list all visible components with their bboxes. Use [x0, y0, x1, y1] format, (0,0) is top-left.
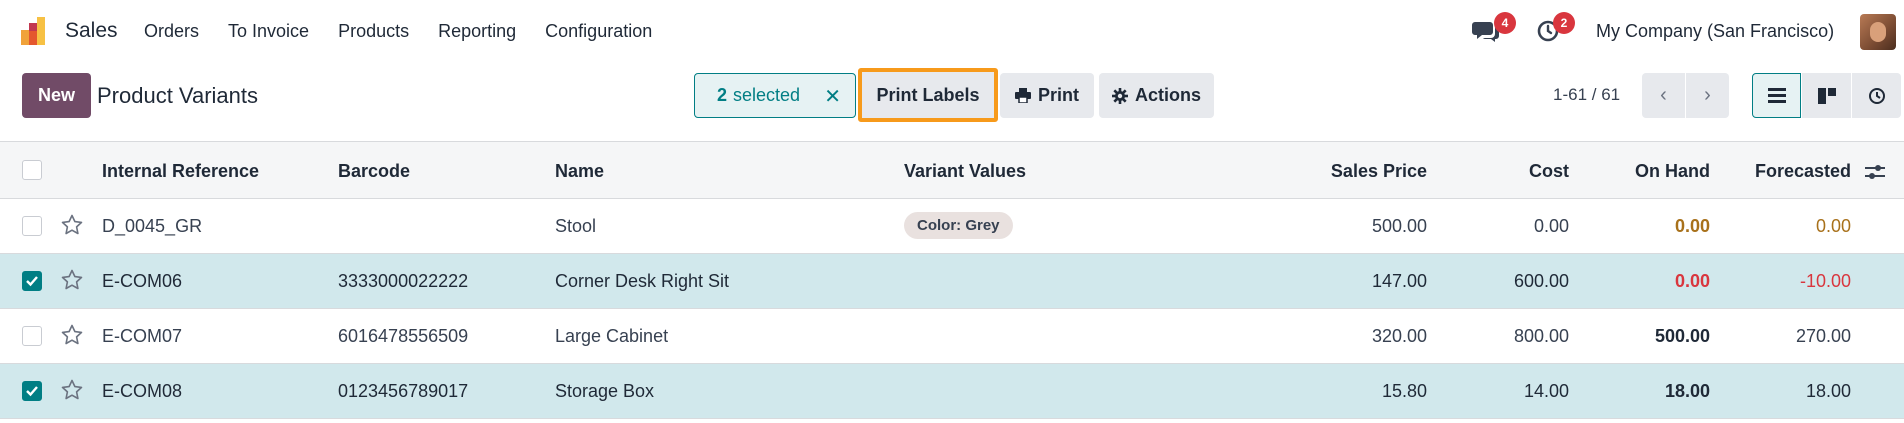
col-variant-values[interactable]: Variant Values: [904, 161, 1026, 182]
table-row[interactable]: E-COM07 6016478556509 Large Cabinet 320.…: [0, 309, 1904, 364]
kanban-icon: [1817, 87, 1836, 104]
checkmark-icon: [26, 276, 38, 287]
print-label: Print: [1037, 85, 1079, 105]
clock-icon: [1868, 87, 1885, 104]
sales-app-icon[interactable]: [20, 16, 50, 46]
gear-icon: [1111, 87, 1128, 104]
actions-button[interactable]: Actions: [1099, 73, 1214, 118]
table-header: Internal Reference Barcode Name Variant …: [0, 141, 1904, 199]
table-row[interactable]: E-COM08 0123456789017 Storage Box 15.80 …: [0, 364, 1904, 419]
menu-products[interactable]: Products: [338, 21, 409, 42]
selection-chip: 2 selected ✕: [694, 73, 856, 118]
chevron-left-icon: ‹: [1660, 84, 1667, 106]
col-forecasted[interactable]: Forecasted: [1755, 161, 1851, 182]
pager-previous-button[interactable]: ‹: [1642, 73, 1685, 118]
top-navbar: Sales Orders To Invoice Products Reporti…: [0, 0, 1904, 62]
user-avatar[interactable]: [1860, 14, 1896, 50]
print-labels-button[interactable]: Print Labels: [858, 68, 998, 122]
favorite-star-icon[interactable]: [60, 213, 84, 237]
col-barcode[interactable]: Barcode: [338, 161, 410, 182]
cell-on-hand: 18.00: [1664, 381, 1710, 401]
cell-internal-reference: E-COM06: [102, 271, 183, 291]
new-button[interactable]: New: [22, 73, 91, 118]
pager-next-button[interactable]: ›: [1686, 73, 1729, 118]
cell-forecasted: 18.00: [1805, 381, 1851, 401]
activity-view-button[interactable]: [1852, 73, 1901, 118]
cell-cost: 800.00: [1513, 326, 1569, 346]
variant-tag: Color: Grey: [904, 212, 1013, 239]
cell-internal-reference: D_0045_GR: [102, 216, 203, 236]
column-settings-icon[interactable]: [1864, 162, 1886, 182]
select-all-checkbox[interactable]: [22, 160, 42, 180]
cell-barcode: 0123456789017: [338, 381, 469, 401]
cell-sales-price: 15.80: [1381, 381, 1427, 401]
row-checkbox[interactable]: [22, 216, 42, 236]
page-title: Product Variants: [97, 83, 259, 108]
favorite-star-icon[interactable]: [60, 323, 84, 347]
cell-name: Stool: [555, 216, 597, 236]
print-button[interactable]: Print: [1000, 73, 1094, 118]
table-row[interactable]: E-COM06 3333000022222 Corner Desk Right …: [0, 254, 1904, 309]
kanban-view-button[interactable]: [1802, 73, 1851, 118]
list-view-button[interactable]: [1752, 73, 1801, 118]
row-checkbox[interactable]: [22, 271, 42, 291]
col-name[interactable]: Name: [555, 161, 604, 182]
favorite-star-icon[interactable]: [60, 268, 84, 292]
row-checkbox[interactable]: [22, 381, 42, 401]
col-cost[interactable]: Cost: [1529, 161, 1569, 182]
cell-cost: 600.00: [1513, 271, 1569, 291]
app-name[interactable]: Sales: [65, 19, 118, 43]
company-switcher[interactable]: My Company (San Francisco): [1596, 21, 1834, 42]
cell-forecasted: 0.00: [1815, 216, 1851, 236]
cell-name: Large Cabinet: [555, 326, 669, 346]
cell-on-hand: 0.00: [1674, 216, 1710, 236]
chevron-right-icon: ›: [1704, 84, 1711, 106]
cell-sales-price: 500.00: [1371, 216, 1427, 236]
selected-label: selected: [733, 85, 801, 105]
unselect-close-icon[interactable]: ✕: [824, 84, 841, 109]
menu-to-invoice[interactable]: To Invoice: [228, 21, 309, 42]
cell-cost: 14.00: [1523, 381, 1569, 401]
cell-internal-reference: E-COM08: [102, 381, 183, 401]
selected-count: 2: [717, 85, 728, 105]
cell-internal-reference: E-COM07: [102, 326, 183, 346]
menu-configuration[interactable]: Configuration: [545, 21, 652, 42]
cell-forecasted: 270.00: [1795, 326, 1851, 346]
cell-sales-price: 147.00: [1371, 271, 1427, 291]
col-on-hand[interactable]: On Hand: [1635, 161, 1710, 182]
table-row[interactable]: D_0045_GR Stool Color: Grey 500.00 0.00 …: [0, 199, 1904, 254]
col-internal-reference[interactable]: Internal Reference: [102, 161, 259, 182]
main-menu: Orders To Invoice Products Reporting Con…: [144, 21, 681, 42]
cell-cost: 0.00: [1533, 216, 1569, 236]
cell-forecasted: -10.00: [1799, 271, 1851, 291]
cell-barcode: 6016478556509: [338, 326, 469, 346]
cell-sales-price: 320.00: [1371, 326, 1427, 346]
cell-on-hand: 500.00: [1654, 326, 1710, 346]
actions-label: Actions: [1134, 85, 1201, 105]
cell-name: Storage Box: [555, 381, 655, 401]
printer-icon: [1014, 88, 1031, 103]
menu-orders[interactable]: Orders: [144, 21, 199, 42]
cell-barcode: 3333000022222: [338, 271, 469, 291]
chat-badge: 4: [1494, 12, 1516, 34]
activity-badge: 2: [1553, 12, 1575, 34]
list-icon: [1767, 87, 1786, 103]
cell-on-hand: 0.00: [1674, 271, 1710, 291]
row-checkbox[interactable]: [22, 326, 42, 346]
favorite-star-icon[interactable]: [60, 378, 84, 402]
col-sales-price[interactable]: Sales Price: [1331, 161, 1427, 182]
checkmark-icon: [26, 386, 38, 397]
cell-name: Corner Desk Right Sit: [555, 271, 730, 291]
menu-reporting[interactable]: Reporting: [438, 21, 516, 42]
pager-value[interactable]: 1-61 / 61: [1553, 85, 1620, 105]
